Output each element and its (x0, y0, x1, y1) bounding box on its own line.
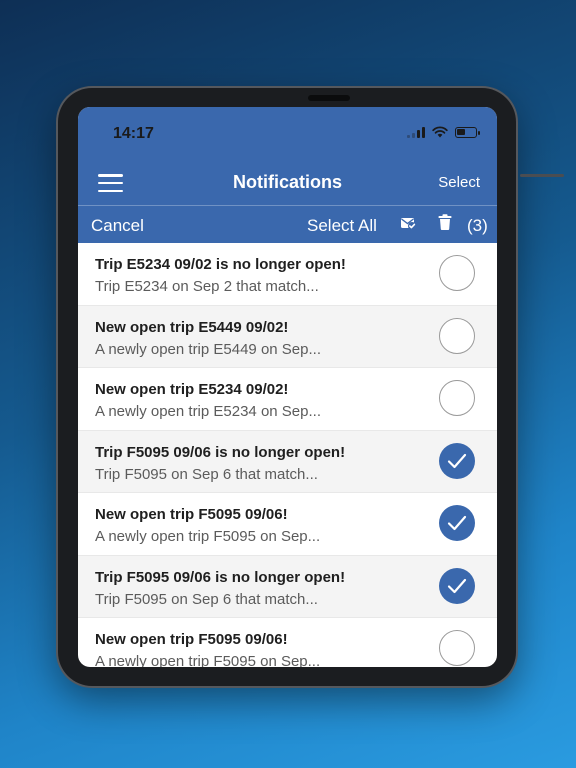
checkmark-icon (447, 515, 467, 531)
notification-title: New open trip E5449 09/02! (95, 318, 289, 336)
cancel-button[interactable]: Cancel (91, 216, 144, 236)
list-item[interactable]: Trip F5095 09/06 is no longer open! Trip… (78, 430, 497, 493)
battery-icon (455, 126, 480, 138)
select-checkbox[interactable] (439, 317, 475, 354)
select-checkbox[interactable] (439, 442, 475, 479)
checkmark-icon (447, 578, 467, 593)
camera (308, 95, 350, 101)
notification-title: Trip E5234 09/02 is no longer open! (95, 256, 346, 273)
notification-subtitle: Trip F5095 on Sep 6 that match... (95, 465, 318, 483)
selected-count: (3) (467, 216, 488, 235)
top-button (520, 174, 564, 177)
status-time: 14:17 (113, 125, 154, 142)
select-checkbox[interactable] (439, 630, 475, 666)
status-bar: 14:17 (78, 107, 497, 163)
selection-toolbar: Cancel Select All (3) (78, 205, 497, 243)
select-checkbox[interactable] (439, 505, 475, 541)
list-item[interactable]: Trip E5234 09/02 is no longer open! Trip… (78, 243, 497, 306)
select-checkbox[interactable] (439, 255, 475, 291)
trash-icon[interactable] (438, 214, 452, 230)
notification-title: New open trip F5095 09/06! (95, 506, 288, 523)
wifi-icon (432, 126, 448, 138)
notification-subtitle: A newly open trip E5449 on Sep... (95, 340, 321, 358)
notification-title: New open trip F5095 09/06! (95, 631, 288, 648)
notification-subtitle: Trip E5234 on Sep 2 that match... (95, 278, 319, 295)
list-item[interactable]: New open trip E5449 09/02! A newly open … (78, 305, 497, 368)
notification-subtitle: A newly open trip F5095 on Sep... (95, 653, 321, 667)
notification-title: Trip F5095 09/06 is no longer open! (95, 443, 346, 461)
notification-subtitle: Trip F5095 on Sep 6 that match... (95, 590, 318, 608)
list-item[interactable]: Trip F5095 09/06 is no longer open! Trip… (78, 555, 497, 618)
page-title: Notifications (232, 172, 342, 192)
select-checkbox[interactable] (439, 380, 475, 416)
checkmark-icon (447, 453, 467, 468)
list-item[interactable]: New open trip F5095 09/06! A newly open … (78, 493, 497, 556)
list-item[interactable]: New open trip E5234 09/02! A newly open … (78, 368, 497, 431)
notifications-list: Trip E5234 09/02 is no longer open! Trip… (78, 243, 497, 667)
status-icons (407, 126, 480, 138)
envelope-check-icon[interactable] (400, 215, 416, 231)
app-screen: 14:17 Notifications Select Cancel Select… (78, 107, 497, 667)
notification-subtitle: A newly open trip E5234 on Sep... (95, 403, 321, 420)
select-checkbox[interactable] (439, 567, 475, 604)
select-all-button[interactable]: Select All (307, 216, 377, 236)
notification-subtitle: A newly open trip F5095 on Sep... (95, 528, 321, 545)
list-item[interactable]: New open trip F5095 09/06! A newly open … (78, 618, 497, 667)
notification-title: New open trip E5234 09/02! (95, 381, 289, 398)
notification-title: Trip F5095 09/06 is no longer open! (95, 568, 346, 586)
nav-bar: Notifications Select (78, 163, 497, 205)
select-button[interactable]: Select (438, 174, 480, 191)
cellular-signal-icon (407, 126, 425, 138)
